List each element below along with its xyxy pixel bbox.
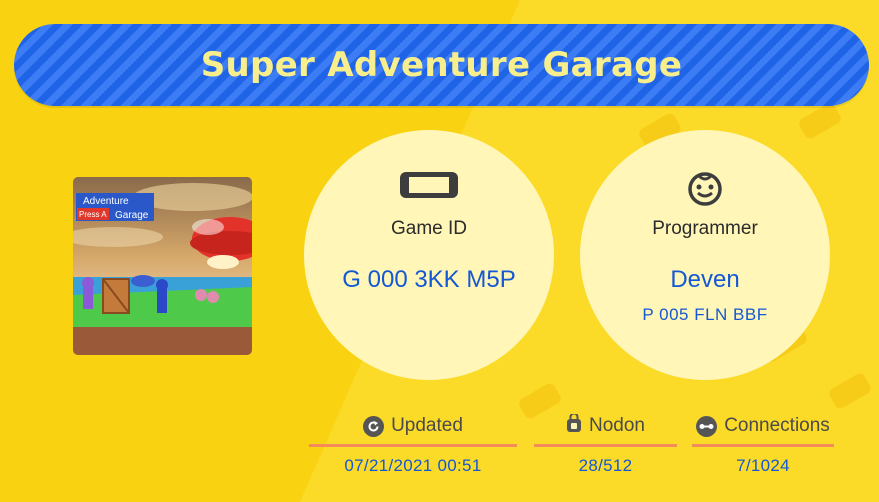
game-id-label: Game ID	[390, 218, 468, 239]
programmer-label: Programmer	[652, 218, 758, 239]
connection-icon	[696, 415, 718, 437]
updated-stat: Updated 07/21/2021 00:51	[309, 412, 517, 476]
refresh-icon	[363, 415, 385, 437]
nodon-underline	[534, 444, 677, 447]
programmer-id[interactable]: P 005 FLN BBF	[580, 305, 830, 325]
game-title: Super Adventure Garage	[200, 45, 683, 85]
updated-value: 07/21/2021 00:51	[344, 456, 482, 475]
updated-underline	[309, 444, 517, 447]
game-id-value[interactable]: G 000 3KK M5P	[304, 266, 554, 294]
sign-line-2: Press A	[79, 210, 107, 219]
console-icon	[304, 170, 554, 200]
nodon-label: Nodon	[589, 415, 645, 436]
connections-value: 7/1024	[736, 456, 790, 475]
connections-label: Connections	[724, 415, 830, 436]
nodon-value: 28/512	[578, 456, 633, 475]
updated-label: Updated	[391, 415, 463, 436]
nodon-stat: Nodon 28/512	[534, 412, 677, 476]
programmer-card[interactable]: Programmer Deven P 005 FLN BBF	[580, 130, 830, 380]
nodon-icon	[566, 412, 582, 439]
smiley-face-icon	[580, 170, 830, 206]
sign-line-3: Garage	[115, 210, 149, 221]
title-banner: Super Adventure Garage	[14, 24, 869, 106]
connections-underline	[692, 444, 834, 447]
programmer-name[interactable]: Deven	[580, 266, 830, 294]
connections-stat: Connections 7/1024	[692, 412, 834, 476]
game-id-card: Game ID G 000 3KK M5P	[304, 130, 554, 380]
game-thumbnail: Adventure Press A Garage	[73, 177, 252, 355]
sign-line-1: Adventure	[83, 196, 129, 207]
